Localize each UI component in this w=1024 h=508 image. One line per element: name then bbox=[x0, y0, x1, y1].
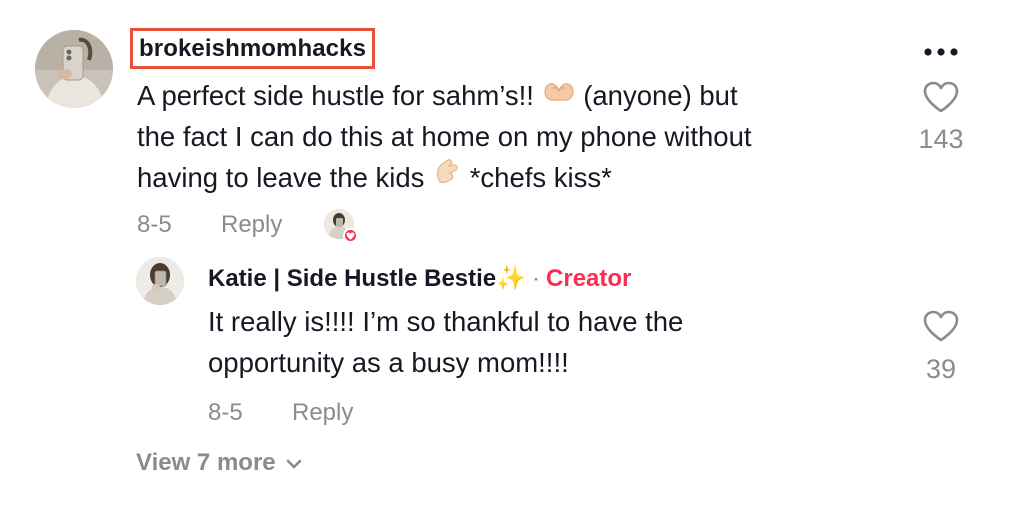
comment-like-count: 143 bbox=[918, 124, 964, 154]
view-more-replies-button[interactable]: View 7 more bbox=[136, 449, 302, 477]
liked-heart-icon bbox=[343, 228, 358, 243]
comment-text-segment: (anyone) but bbox=[583, 80, 738, 111]
comment-line-1: A perfect side hustle for sahm’s!! (anyo… bbox=[137, 75, 897, 116]
comment-line-2: the fact I can do this at home on my pho… bbox=[137, 121, 752, 152]
comment-text-segment: *chefs kiss* bbox=[469, 162, 612, 193]
separator-dot: · bbox=[532, 265, 541, 292]
view-more-label: View 7 more bbox=[136, 449, 276, 476]
chevron-down-icon bbox=[286, 449, 302, 477]
avatar-photo bbox=[136, 257, 184, 305]
comment-reply-button[interactable]: Reply bbox=[221, 211, 282, 239]
reply-like-count: 39 bbox=[925, 354, 957, 384]
reply-reply-button[interactable]: Reply bbox=[292, 399, 353, 427]
comment-username[interactable]: brokeishmomhacks bbox=[130, 28, 376, 69]
reply-text: It really is!!!! I’m so thankful to have… bbox=[208, 301, 888, 383]
reply-line-1: It really is!!!! I’m so thankful to have… bbox=[208, 306, 684, 337]
creator-badge: Creator bbox=[546, 265, 632, 292]
reply-line-2: opportunity as a busy mom!!!! bbox=[208, 347, 569, 378]
reply-author-name[interactable]: Katie | Side Hustle Bestie bbox=[208, 265, 496, 292]
comment-line-3: having to leave the kids *chefs kiss* bbox=[137, 157, 897, 198]
comment-text-segment: A perfect side hustle for sahm’s!! bbox=[137, 80, 534, 111]
comment-text: A perfect side hustle for sahm’s!! (anyo… bbox=[137, 75, 897, 198]
reply-author-avatar[interactable] bbox=[136, 257, 184, 305]
reply-date: 8-5 bbox=[208, 399, 243, 426]
more-options-icon[interactable] bbox=[920, 42, 962, 62]
reply-like-heart-icon[interactable] bbox=[922, 309, 960, 343]
pinched-fingers-emoji-icon bbox=[432, 156, 462, 197]
reply-author-line: Katie | Side Hustle Bestie✨ · Creator bbox=[208, 264, 631, 293]
comment-date: 8-5 bbox=[137, 211, 172, 238]
comment-like-heart-icon[interactable] bbox=[922, 80, 960, 114]
sparkles-icon: ✨ bbox=[496, 265, 527, 292]
comment-text-segment: having to leave the kids bbox=[137, 162, 425, 193]
commenter-avatar[interactable] bbox=[35, 30, 113, 108]
creator-liked-indicator bbox=[324, 209, 358, 243]
avatar-photo bbox=[35, 30, 113, 108]
heart-hands-emoji-icon bbox=[542, 74, 576, 115]
